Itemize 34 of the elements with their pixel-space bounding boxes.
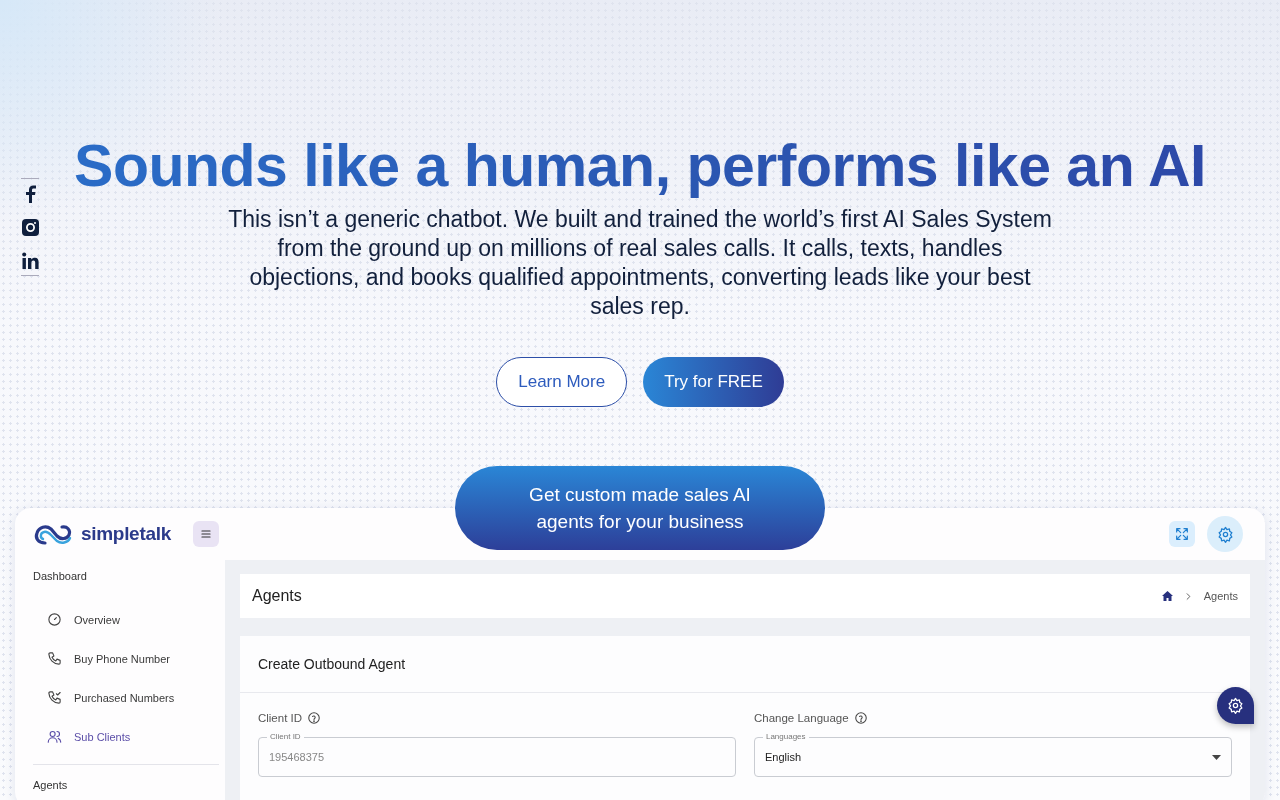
sidebar-section-title: Dashboard — [33, 570, 88, 582]
expand-icon — [1174, 526, 1190, 542]
menu-button[interactable] — [192, 521, 219, 547]
fullscreen-button[interactable] — [1169, 521, 1195, 547]
phone-icon — [47, 651, 62, 666]
form-title: Create Outbound Agent — [257, 656, 406, 672]
cta-button[interactable]: Get custom made sales AI agents for your business — [455, 466, 825, 550]
help-icon — [853, 711, 868, 725]
help-icon — [307, 711, 322, 725]
field-label: Client ID — [257, 712, 303, 724]
settings-icon — [1216, 525, 1234, 543]
sidebar-item[interactable]: Buy Phone Number — [33, 639, 170, 678]
try-free-button[interactable]: Try for FREE — [643, 357, 784, 407]
caret-icon — [1212, 754, 1221, 760]
breadcrumb-item: Agents — [1203, 590, 1238, 602]
hero-description: This isn’t a generic chatbot. We built and trained the world’s first AI Sales System from the ground up on millions of real sales calls. It calls, texts, handles objections, and books qualified appointments, converting leads like your best sales rep. — [227, 205, 1053, 321]
instagram-icon[interactable] — [21, 219, 39, 236]
logo-text: simpletalk — [81, 523, 171, 545]
linkedin-icon[interactable] — [21, 252, 39, 269]
phone-icon — [47, 690, 62, 705]
settings-icon — [1227, 697, 1244, 714]
sidebar-item[interactable]: Purchased Numbers — [33, 678, 175, 717]
page-title: Agents — [251, 587, 302, 605]
sidebar-section-title: Agents — [33, 764, 219, 791]
gauge-icon — [47, 612, 62, 627]
field-label: Change Language — [753, 712, 849, 724]
sidebar-item[interactable]: Overview — [33, 600, 120, 639]
facebook-icon[interactable] — [24, 185, 36, 203]
settings-button[interactable] — [1207, 516, 1243, 552]
sidebar-item[interactable]: Sub Clients — [33, 717, 131, 756]
menu-icon — [198, 527, 213, 541]
learn-more-button[interactable]: Learn More — [496, 357, 628, 407]
users-icon — [47, 729, 62, 744]
home-icon[interactable] — [1161, 591, 1173, 601]
